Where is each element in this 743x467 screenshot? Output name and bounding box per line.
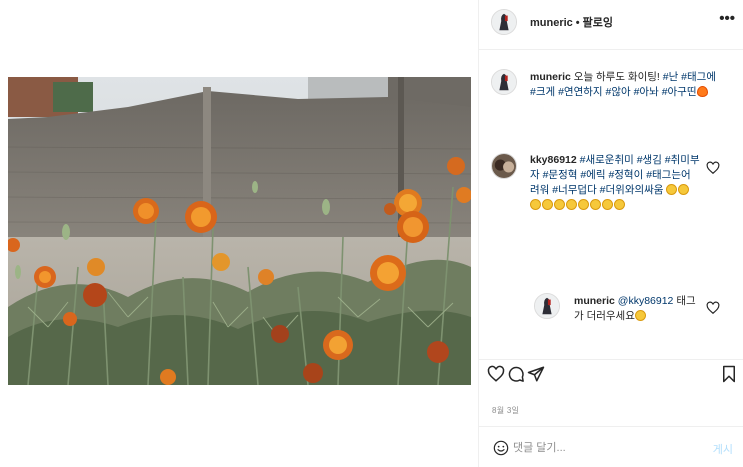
username-link[interactable]: muneric <box>530 17 573 29</box>
hashtag[interactable]: #더위와의싸움 <box>600 184 664 196</box>
hashtag[interactable]: #에릭 <box>580 169 605 181</box>
hashtag[interactable]: #난 <box>663 71 679 83</box>
following-button[interactable]: 팔로잉 <box>583 17 613 29</box>
comments-area: muneric 오늘 하루도 화이팅! #난 #태그에 #크게 #연연하지 #않… <box>479 51 743 359</box>
separator-dot: • <box>575 17 580 29</box>
mention-link[interactable]: @kky86912 <box>618 295 674 307</box>
hashtag[interactable]: #정혁이 <box>608 169 643 181</box>
weary-face-icon <box>566 199 577 210</box>
post-comment-button[interactable]: 게시 <box>713 441 733 457</box>
post-photo[interactable] <box>8 77 471 385</box>
hashtag[interactable]: #연연하지 <box>558 86 602 98</box>
avatar-image <box>492 154 516 178</box>
weary-face-icon <box>602 199 613 210</box>
hashtag[interactable]: #않아 <box>606 86 631 98</box>
heart-icon[interactable] <box>487 365 505 383</box>
caption-text: 오늘 하루도 화이팅! <box>573 71 660 83</box>
reply-avatar[interactable] <box>534 293 560 319</box>
hashtag[interactable]: #새로운취미 <box>580 154 634 166</box>
comment-input[interactable] <box>513 438 693 458</box>
marigold-photo <box>8 77 471 385</box>
avatar[interactable] <box>491 9 517 35</box>
hashtag[interactable]: #문정혁 <box>543 169 578 181</box>
caption: muneric 오늘 하루도 화이팅! #난 #태그에 #크게 #연연하지 #않… <box>530 70 718 100</box>
commenter-avatar[interactable] <box>491 153 517 179</box>
weary-face-icon <box>530 199 541 210</box>
add-comment-bar: 게시 <box>479 426 743 467</box>
avatar-image <box>535 294 559 318</box>
side-panel: muneric • 팔로잉 ••• muneric 오늘 하루도 화이팅! #난 #… <box>479 0 743 467</box>
comment-bubble-icon[interactable] <box>507 365 525 383</box>
avatar-image <box>492 70 516 94</box>
comment-username[interactable]: kky86912 <box>530 154 577 166</box>
weary-face-icon <box>590 199 601 210</box>
smiley-icon[interactable] <box>493 440 509 456</box>
comment-like-heart-icon[interactable] <box>706 161 720 175</box>
hashtag[interactable]: #아놔 <box>634 86 659 98</box>
hashtag[interactable]: #생김 <box>637 154 662 166</box>
header-user: muneric • 팔로잉 <box>530 14 613 30</box>
comment: kky86912 #새로운취미 #생김 #취미부자 #문정혁 #에릭 #정혁이 … <box>530 153 700 213</box>
post-date[interactable]: 8월 3일 <box>492 405 519 416</box>
hashtag[interactable]: #너무덥다 <box>552 184 596 196</box>
hashtag[interactable]: #크게 <box>530 86 555 98</box>
astonished-face-icon <box>634 310 646 321</box>
reply-comment: muneric @kky86912 태그가 더러우세요 <box>574 294 702 324</box>
action-bar <box>479 359 743 387</box>
hashtag[interactable]: #태그에 <box>681 71 716 83</box>
avatar-image <box>492 10 516 34</box>
caption-avatar[interactable] <box>491 69 517 95</box>
post-header: muneric • 팔로잉 ••• <box>479 0 743 50</box>
bookmark-icon[interactable] <box>720 365 738 383</box>
more-dots-icon[interactable]: ••• <box>719 10 735 27</box>
reply-username[interactable]: muneric <box>574 295 615 307</box>
paper-plane-icon[interactable] <box>527 365 545 383</box>
media-panel <box>0 0 479 467</box>
reply-like-heart-icon[interactable] <box>706 301 720 315</box>
post-modal: muneric • 팔로잉 ••• muneric 오늘 하루도 화이팅! #난 #… <box>0 0 743 467</box>
fire-emoji-icon <box>696 86 708 97</box>
weary-face-icon <box>666 184 678 195</box>
weary-face-icon <box>614 199 625 210</box>
weary-face-icon <box>578 199 589 210</box>
weary-face-icon <box>554 199 565 210</box>
weary-face-icon <box>678 184 690 195</box>
hashtag[interactable]: #아구띤 <box>662 86 697 98</box>
weary-face-icon <box>542 199 553 210</box>
caption-username[interactable]: muneric <box>530 71 571 83</box>
